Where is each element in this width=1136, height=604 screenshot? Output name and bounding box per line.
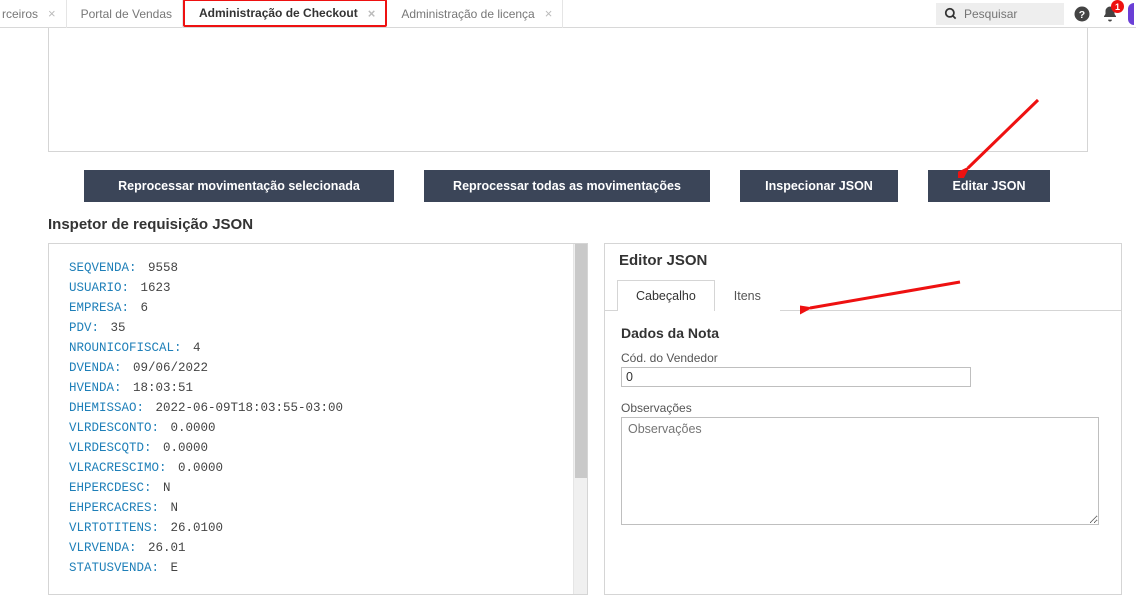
tab-label: Portal de Vendas bbox=[81, 7, 172, 21]
json-line: VLRACRESCIMO: 0.0000 bbox=[69, 458, 563, 478]
close-icon[interactable]: × bbox=[545, 7, 553, 20]
notifications-button[interactable]: 1 bbox=[1100, 4, 1120, 24]
tab-cabecalho[interactable]: Cabeçalho bbox=[617, 280, 715, 311]
search-icon bbox=[944, 7, 958, 21]
tab-admin-checkout[interactable]: Administração de Checkout × bbox=[183, 0, 387, 27]
app-tabbar: rceiros × Portal de Vendas Administração… bbox=[0, 0, 1136, 28]
reprocess-selected-button[interactable]: Reprocessar movimentação selecionada bbox=[84, 170, 394, 202]
inspect-json-button[interactable]: Inspecionar JSON bbox=[740, 170, 898, 202]
inspector-title: Inspetor de requisição JSON bbox=[48, 216, 1136, 233]
edit-json-button[interactable]: Editar JSON bbox=[928, 170, 1050, 202]
svg-text:?: ? bbox=[1079, 9, 1085, 21]
tab-label: rceiros bbox=[2, 7, 38, 21]
global-search[interactable] bbox=[936, 3, 1064, 25]
tab-portal-vendas[interactable]: Portal de Vendas bbox=[67, 0, 183, 28]
action-button-row: Reprocessar movimentação selecionada Rep… bbox=[84, 170, 1088, 202]
json-line: EMPRESA: 6 bbox=[69, 298, 563, 318]
editor-body: Dados da Nota Cód. do Vendedor Observaçõ… bbox=[605, 311, 1121, 594]
editor-title: Editor JSON bbox=[605, 244, 1121, 279]
json-line: PDV: 35 bbox=[69, 318, 563, 338]
json-line: HVENDA: 18:03:51 bbox=[69, 378, 563, 398]
reprocess-all-button[interactable]: Reprocessar todas as movimentações bbox=[424, 170, 710, 202]
json-lines: SEQVENDA: 9558USUARIO: 1623EMPRESA: 6PDV… bbox=[49, 244, 573, 594]
json-line: VLRTOTITENS: 26.0100 bbox=[69, 518, 563, 538]
observacoes-label: Observações bbox=[621, 401, 1105, 415]
help-icon[interactable]: ? bbox=[1072, 4, 1092, 24]
tab-admin-licenca[interactable]: Administração de licença × bbox=[387, 0, 563, 28]
upper-panel bbox=[48, 28, 1088, 152]
close-icon[interactable]: × bbox=[48, 7, 56, 20]
vendor-code-input[interactable] bbox=[621, 367, 971, 387]
json-inspector-panel: SEQVENDA: 9558USUARIO: 1623EMPRESA: 6PDV… bbox=[48, 243, 588, 595]
topbar-right: ? 1 bbox=[936, 0, 1136, 28]
editor-tabs: Cabeçalho Itens bbox=[605, 279, 1121, 311]
observacoes-textarea[interactable] bbox=[621, 417, 1099, 525]
json-line: DHEMISSAO: 2022-06-09T18:03:55-03:00 bbox=[69, 398, 563, 418]
tab-terceiros[interactable]: rceiros × bbox=[0, 0, 67, 28]
avatar[interactable] bbox=[1128, 3, 1134, 25]
tab-label: Administração de licença bbox=[401, 7, 534, 21]
json-line: VLRDESCONTO: 0.0000 bbox=[69, 418, 563, 438]
json-line: USUARIO: 1623 bbox=[69, 278, 563, 298]
scrollbar-thumb[interactable] bbox=[575, 244, 587, 478]
close-icon[interactable]: × bbox=[368, 7, 376, 20]
notification-count-badge: 1 bbox=[1111, 0, 1124, 13]
json-line: EHPERCACRES: N bbox=[69, 498, 563, 518]
search-input[interactable] bbox=[964, 7, 1054, 21]
json-line: STATUSVENDA: E bbox=[69, 558, 563, 578]
json-line: DVENDA: 09/06/2022 bbox=[69, 358, 563, 378]
json-editor-panel: Editor JSON Cabeçalho Itens Dados da Not… bbox=[604, 243, 1122, 595]
tab-label: Administração de Checkout bbox=[199, 6, 358, 20]
dados-nota-title: Dados da Nota bbox=[621, 325, 1105, 341]
tab-itens[interactable]: Itens bbox=[715, 280, 780, 311]
json-line: SEQVENDA: 9558 bbox=[69, 258, 563, 278]
vendor-code-label: Cód. do Vendedor bbox=[621, 351, 1105, 365]
json-line: VLRVENDA: 26.01 bbox=[69, 538, 563, 558]
json-line: NROUNICOFISCAL: 4 bbox=[69, 338, 563, 358]
json-line: EHPERCDESC: N bbox=[69, 478, 563, 498]
scrollbar[interactable] bbox=[573, 244, 587, 594]
json-line: VLRDESCQTD: 0.0000 bbox=[69, 438, 563, 458]
page-content: Reprocessar movimentação selecionada Rep… bbox=[0, 28, 1136, 595]
